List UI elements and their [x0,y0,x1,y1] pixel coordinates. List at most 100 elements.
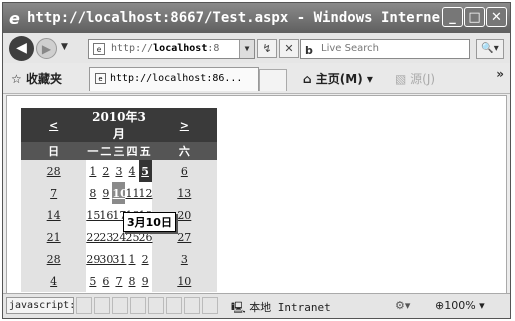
calendar-day-link[interactable]: 15 [86,209,100,222]
calendar-day-cell[interactable]: 6 [99,270,112,292]
calendar-day-link[interactable]: 29 [86,253,100,266]
calendar-day-cell[interactable]: 13 [151,182,217,204]
calendar-day-link[interactable]: 6 [102,275,109,288]
recent-pages-dropdown-icon[interactable]: ▼ [61,42,68,52]
calendar-day-cell[interactable]: 14 [21,204,87,226]
calendar-day-link[interactable]: 20 [177,209,191,222]
protected-mode-icon[interactable]: ⚙▾ [395,299,410,312]
calendar-day-link[interactable]: 5 [141,165,149,178]
prev-month-icon[interactable]: < [49,119,58,132]
calendar-day-cell[interactable]: 10 [112,182,128,204]
address-bar[interactable]: e http://localhost:8 ▼ [88,39,255,59]
calendar-day-link[interactable]: 1 [128,253,135,266]
stop-button[interactable]: ✕ [279,39,299,58]
calendar-day-link[interactable]: 31 [112,253,126,266]
calendar-day-cell[interactable]: 1 [86,160,99,182]
calendar-day-cell[interactable]: 31 [112,248,126,270]
search-input[interactable]: b Live Search [300,39,470,59]
tab-current[interactable]: e http://localhost:86... [89,67,259,91]
calendar-day-link[interactable]: 14 [47,209,61,222]
calendar-day-link[interactable]: 11 [125,187,139,200]
calendar-day-link[interactable]: 30 [99,253,113,266]
home-button[interactable]: ⌂ 主页(M) ▾ [303,70,373,87]
calendar-day-link[interactable]: 5 [89,275,96,288]
calendar-day-link[interactable]: 3 [115,165,122,178]
calendar-day-cell[interactable]: 3 [112,160,125,182]
next-month-icon[interactable]: > [180,119,189,132]
search-button[interactable]: 🔍▾ [476,39,504,59]
back-button[interactable]: ◀ [9,36,34,61]
calendar-week-row: 7 8 9 10 11 12 13 [21,182,217,204]
calendar-day-link[interactable]: 4 [128,165,135,178]
calendar-day-cell[interactable]: 21 [21,226,87,248]
calendar-day-cell[interactable]: 4 [125,160,138,182]
calendar-day-link[interactable]: 28 [47,165,61,178]
calendar-day-link[interactable]: 6 [181,165,188,178]
calendar-day-cell[interactable]: 8 [86,182,99,204]
calendar-day-link[interactable]: 16 [99,209,113,222]
calendar-day-link[interactable]: 2 [102,165,109,178]
calendar-day-link[interactable]: 26 [139,231,153,244]
refresh-button[interactable]: ↯ [257,39,277,58]
maximize-button[interactable]: □ [464,7,485,27]
calendar-day-link[interactable]: 8 [89,187,96,200]
calendar-day-cell[interactable]: 23 [99,226,113,248]
calendar-day-link[interactable]: 25 [125,231,139,244]
calendar-day-cell[interactable]: 10 [151,270,217,292]
minimize-button[interactable]: _ [442,7,463,27]
more-tools-chevron[interactable]: » [496,67,504,81]
calendar-day-link[interactable]: 23 [99,231,113,244]
close-button[interactable]: ✕ [486,7,507,27]
calendar-day-link[interactable]: 2 [142,253,149,266]
calendar-day-cell[interactable]: 5 [86,270,99,292]
calendar-day-link[interactable]: 7 [115,275,122,288]
calendar-day-link[interactable]: 28 [47,253,61,266]
calendar-day-link[interactable]: 24 [112,231,126,244]
calendar-day-cell[interactable]: 3 [151,248,217,270]
calendar-day-cell[interactable]: 2 [139,248,152,270]
calendar-day-link[interactable]: 13 [177,187,191,200]
new-tab-button[interactable] [259,69,287,91]
calendar-day-cell[interactable]: 9 [139,270,152,292]
home-dropdown-icon[interactable]: ▾ [367,72,373,86]
favorites-button[interactable]: ☆ 收藏夹 [11,70,62,87]
calendar-day-link[interactable]: 21 [47,231,61,244]
calendar-day-link[interactable]: 9 [102,187,109,200]
forward-button[interactable]: ▶ [36,38,57,59]
calendar-day-cell[interactable]: 16 [99,204,113,226]
calendar-day-link[interactable]: 8 [128,275,135,288]
calendar-day-cell[interactable]: 28 [21,160,87,182]
calendar-day-link[interactable]: 22 [86,231,100,244]
calendar-day-link[interactable]: 12 [139,187,153,200]
calendar-day-link[interactable]: 27 [177,231,191,244]
calendar-day-cell[interactable]: 1 [125,248,138,270]
calendar-day-link[interactable]: 9 [142,275,149,288]
calendar-day-cell[interactable]: 2 [99,160,112,182]
calendar-day-cell[interactable]: 6 [151,160,217,182]
calendar-day-cell[interactable]: 15 [86,204,100,226]
calendar-day-link[interactable]: 7 [50,187,57,200]
calendar-day-cell[interactable]: 11 [125,182,139,204]
calendar-day-cell[interactable]: 12 [139,182,153,204]
calendar-day-cell[interactable]: 30 [99,248,113,270]
calendar-day-cell[interactable]: 7 [21,182,87,204]
calendar-day-cell[interactable]: 4 [21,270,87,292]
calendar-day-link[interactable]: 10 [177,275,191,288]
address-dropdown-icon[interactable]: ▼ [239,40,254,58]
calendar-day-cell[interactable]: 9 [99,182,112,204]
calendar-day-cell[interactable]: 28 [21,248,87,270]
calendar-day-cell[interactable]: 8 [125,270,138,292]
zoom-control[interactable]: ⊕100% ▾ [435,299,485,312]
calendar-day-link[interactable]: 4 [50,275,57,288]
calendar-day-cell[interactable]: 5 [138,160,152,182]
prev-month-link[interactable]: < [21,108,87,142]
calendar-day-link[interactable]: 1 [89,165,96,178]
next-month-link[interactable]: > [151,108,217,142]
calendar: < 2010年3月 > 日一二三四五六 28 1 2 3 4 5 6 7 8 9 10 11 12 13 1… [21,108,217,292]
security-zone[interactable]: 🖳 本地 Intranet [231,299,331,318]
calendar-day-link[interactable]: 3 [181,253,188,266]
calendar-day-cell[interactable]: 29 [86,248,100,270]
feeds-button[interactable]: ▧ 源(J) [395,70,435,87]
calendar-day-cell[interactable]: 7 [112,270,125,292]
calendar-day-cell[interactable]: 22 [86,226,100,248]
